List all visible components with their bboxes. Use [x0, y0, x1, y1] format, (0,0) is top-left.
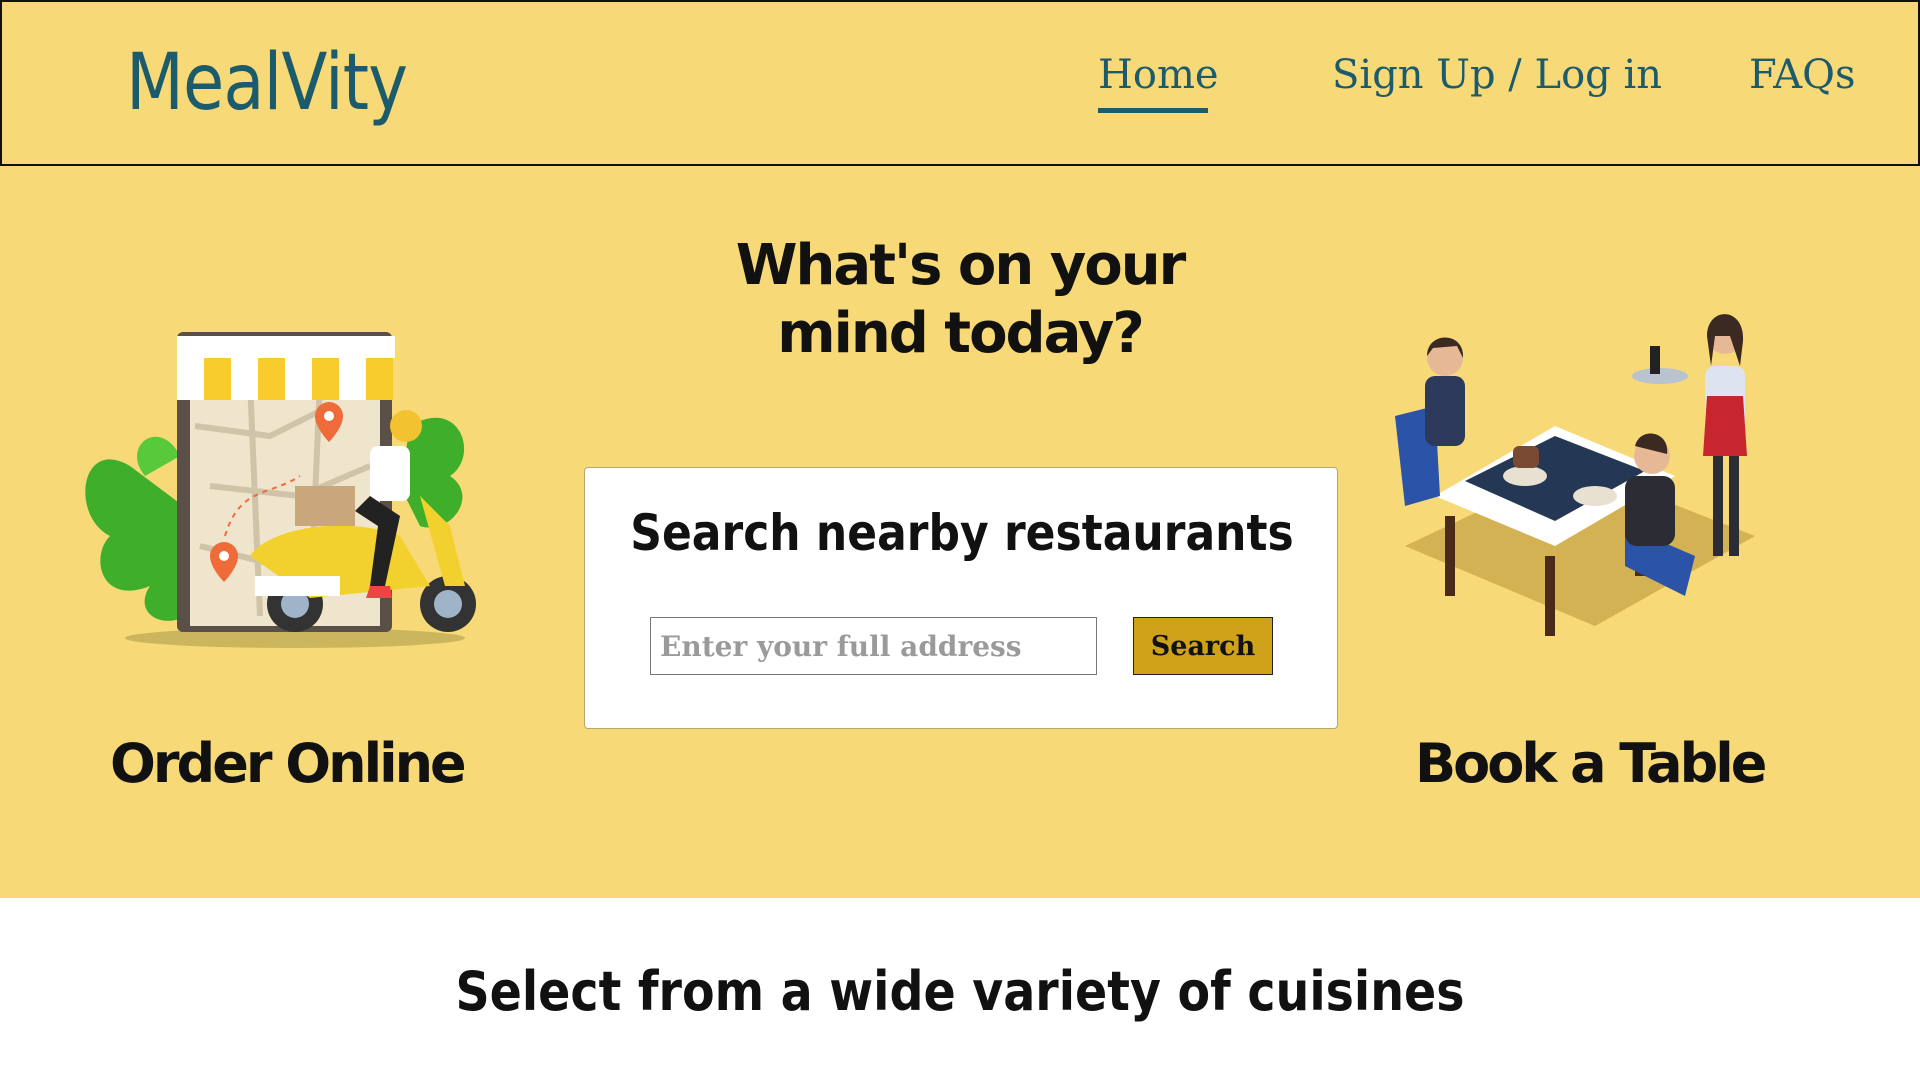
nav-home-link[interactable]: Home	[1098, 52, 1219, 98]
book-table-label[interactable]: Book a Table	[1415, 732, 1767, 795]
search-card-title: Search nearby restaurants	[630, 504, 1294, 562]
hero-heading: What's on your mind today?	[660, 232, 1260, 368]
restaurant-table-illustration[interactable]	[1395, 296, 1795, 676]
brand-logo[interactable]: MealVity	[126, 38, 408, 128]
order-online-label[interactable]: Order Online	[110, 732, 467, 795]
hero-heading-line2: mind today?	[777, 301, 1144, 366]
nav-active-underline	[1098, 108, 1208, 113]
top-navbar: MealVity Home Sign Up / Log in FAQs	[0, 0, 1920, 166]
hero-heading-line1: What's on your	[735, 233, 1186, 298]
address-input[interactable]	[650, 617, 1097, 675]
delivery-scooter-illustration[interactable]	[70, 286, 500, 656]
search-button[interactable]: Search	[1133, 617, 1273, 675]
search-card: Search nearby restaurants Search	[584, 467, 1338, 729]
nav-signup-login-link[interactable]: Sign Up / Log in	[1332, 52, 1662, 98]
cuisines-heading: Select from a wide variety of cuisines	[455, 960, 1465, 1023]
nav-faqs-link[interactable]: FAQs	[1749, 52, 1855, 98]
hero-section: What's on your mind today? Search nearby…	[0, 166, 1920, 898]
